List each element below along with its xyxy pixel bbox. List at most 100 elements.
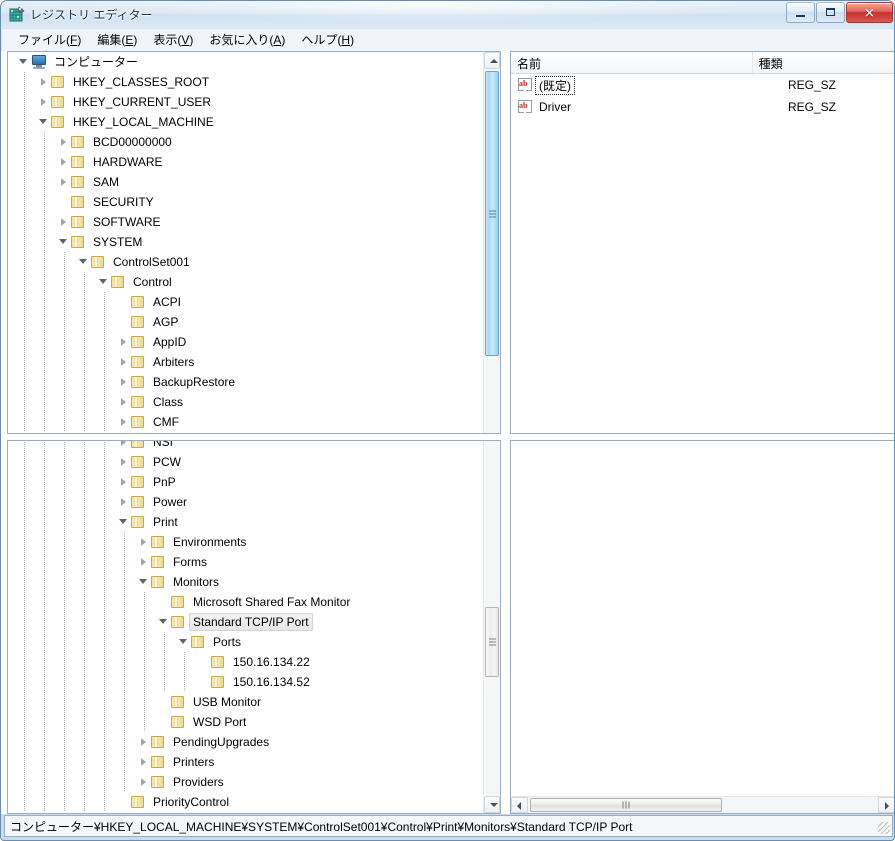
tree-item-printers[interactable]: Printers <box>8 752 483 772</box>
tree-item-pcw[interactable]: PCW <box>8 452 483 472</box>
tree-item-cmf[interactable]: CMF <box>8 412 483 432</box>
chevron-right-icon[interactable] <box>118 472 130 492</box>
chevron-down-icon[interactable] <box>138 572 150 592</box>
tree-item-150-16-134-22[interactable]: 150.16.134.22 <box>8 652 483 672</box>
tree-item-[interactable]: コンピューター <box>8 52 483 72</box>
tree-item-class[interactable]: Class <box>8 392 483 412</box>
menu-edit[interactable]: 編集(E) <box>89 29 145 51</box>
title-bar-highlight <box>121 1 741 23</box>
title-bar[interactable]: レジストリ エディター ✕ <box>1 1 894 28</box>
tree-item-agp[interactable]: AGP <box>8 312 483 332</box>
scroll-up-button-top[interactable] <box>484 52 500 69</box>
chevron-down-icon[interactable] <box>78 252 90 272</box>
chevron-right-icon[interactable] <box>38 92 50 112</box>
tree-item-standard-tcp-ip-port[interactable]: Standard TCP/IP Port <box>8 612 483 632</box>
chevron-down-icon[interactable] <box>118 512 130 532</box>
chevron-down-icon[interactable] <box>178 632 190 652</box>
tree-item-providers[interactable]: Providers <box>8 772 483 792</box>
value-list-pane-top[interactable]: 名前 種類 ab (既定) REG_SZ ab Driver REG_SZ <box>510 51 894 434</box>
chevron-right-icon[interactable] <box>138 532 150 552</box>
tree-item-hardware[interactable]: HARDWARE <box>8 152 483 172</box>
value-list-pane-bottom[interactable] <box>510 440 894 814</box>
tree-item-backuprestore[interactable]: BackupRestore <box>8 372 483 392</box>
chevron-down-icon[interactable] <box>98 272 110 292</box>
tree-item-software[interactable]: SOFTWARE <box>8 212 483 232</box>
resize-grip-icon[interactable] <box>878 822 890 834</box>
value-list-horizontal-scrollbar[interactable] <box>511 796 894 813</box>
tree-item-bcd00000000[interactable]: BCD00000000 <box>8 132 483 152</box>
tree-item-forms[interactable]: Forms <box>8 552 483 572</box>
tree-item-wsd-port[interactable]: WSD Port <box>8 712 483 732</box>
chevron-down-icon[interactable] <box>18 52 30 72</box>
chevron-right-icon[interactable] <box>118 441 130 452</box>
tree-item-usb-monitor[interactable]: USB Monitor <box>8 692 483 712</box>
registry-tree-pane-bottom[interactable]: NSI PCW PnP Power Print Environments Forms Moni… <box>7 440 501 814</box>
chevron-right-icon[interactable] <box>118 352 130 372</box>
tree-item-prioritycontrol[interactable]: PriorityControl <box>8 792 483 812</box>
tree-item-print[interactable]: Print <box>8 512 483 532</box>
chevron-right-icon[interactable] <box>118 412 130 432</box>
tree-item-nsi[interactable]: NSI <box>8 441 483 452</box>
chevron-down-icon[interactable] <box>158 612 170 632</box>
chevron-right-icon[interactable] <box>138 772 150 792</box>
tree-item-power[interactable]: Power <box>8 492 483 512</box>
tree-item-sam[interactable]: SAM <box>8 172 483 192</box>
menu-file[interactable]: ファイル(F) <box>10 29 89 51</box>
tree-item-controlset001[interactable]: ControlSet001 <box>8 252 483 272</box>
tree-guide-line <box>24 572 25 592</box>
registry-tree-pane-top[interactable]: コンピューター HKEY_CLASSES_ROOT HKEY_CURRENT_USE… <box>7 51 501 434</box>
horizontal-scroll-thumb[interactable] <box>530 798 722 812</box>
menu-favorites[interactable]: お気に入り(A) <box>201 29 293 51</box>
tree-item-pnp[interactable]: PnP <box>8 472 483 492</box>
scroll-down-button-bottom[interactable] <box>484 796 500 813</box>
folder-icon <box>70 235 86 249</box>
chevron-right-icon[interactable] <box>118 392 130 412</box>
tree-item-system[interactable]: SYSTEM <box>8 232 483 252</box>
scroll-thumb-top[interactable] <box>485 71 499 356</box>
column-header-type[interactable]: 種類 <box>753 52 894 73</box>
value-row[interactable]: ab Driver REG_SZ <box>511 96 894 118</box>
tree-item-arbiters[interactable]: Arbiters <box>8 352 483 372</box>
chevron-right-icon[interactable] <box>138 552 150 572</box>
tree-item-acpi[interactable]: ACPI <box>8 292 483 312</box>
chevron-right-icon[interactable] <box>58 152 70 172</box>
chevron-down-icon[interactable] <box>38 112 50 132</box>
chevron-right-icon[interactable] <box>138 732 150 752</box>
tree-item-ports[interactable]: Ports <box>8 632 483 652</box>
menu-help[interactable]: ヘルプ(H) <box>293 29 362 51</box>
tree-item-pendingupgrades[interactable]: PendingUpgrades <box>8 732 483 752</box>
tree-item-150-16-134-52[interactable]: 150.16.134.52 <box>8 672 483 692</box>
close-button[interactable]: ✕ <box>846 2 893 23</box>
chevron-right-icon[interactable] <box>58 132 70 152</box>
menu-view[interactable]: 表示(V) <box>145 29 201 51</box>
scroll-left-button[interactable] <box>511 797 528 813</box>
tree-vertical-scrollbar-bottom[interactable] <box>483 441 500 813</box>
tree-item-monitors[interactable]: Monitors <box>8 572 483 592</box>
tree-item-hkey-local-machine[interactable]: HKEY_LOCAL_MACHINE <box>8 112 483 132</box>
folder-icon <box>130 395 146 409</box>
tree-vertical-scrollbar-top[interactable] <box>483 52 500 433</box>
tree-item-microsoft-shared-fax-monitor[interactable]: Microsoft Shared Fax Monitor <box>8 592 483 612</box>
chevron-right-icon[interactable] <box>58 212 70 232</box>
chevron-right-icon[interactable] <box>118 332 130 352</box>
minimize-button[interactable] <box>786 2 815 23</box>
tree-item-environments[interactable]: Environments <box>8 532 483 552</box>
column-header-name[interactable]: 名前 <box>511 52 753 73</box>
maximize-button[interactable] <box>816 2 845 23</box>
chevron-down-icon[interactable] <box>58 232 70 252</box>
scroll-thumb-bottom[interactable] <box>485 607 499 677</box>
tree-item-control[interactable]: Control <box>8 272 483 292</box>
scroll-right-button[interactable] <box>878 797 894 813</box>
chevron-right-icon[interactable] <box>138 752 150 772</box>
chevron-right-icon[interactable] <box>118 492 130 512</box>
value-row[interactable]: ab (既定) REG_SZ <box>511 74 894 96</box>
chevron-right-icon[interactable] <box>38 72 50 92</box>
chevron-right-icon[interactable] <box>118 372 130 392</box>
tree-item-hkey-classes-root[interactable]: HKEY_CLASSES_ROOT <box>8 72 483 92</box>
tree-item-appid[interactable]: AppID <box>8 332 483 352</box>
tree-item-security[interactable]: SECURITY <box>8 192 483 212</box>
chevron-right-icon[interactable] <box>58 172 70 192</box>
tree-item-hkey-current-user[interactable]: HKEY_CURRENT_USER <box>8 92 483 112</box>
chevron-right-icon[interactable] <box>118 452 130 472</box>
tree-guide-line <box>44 572 45 592</box>
